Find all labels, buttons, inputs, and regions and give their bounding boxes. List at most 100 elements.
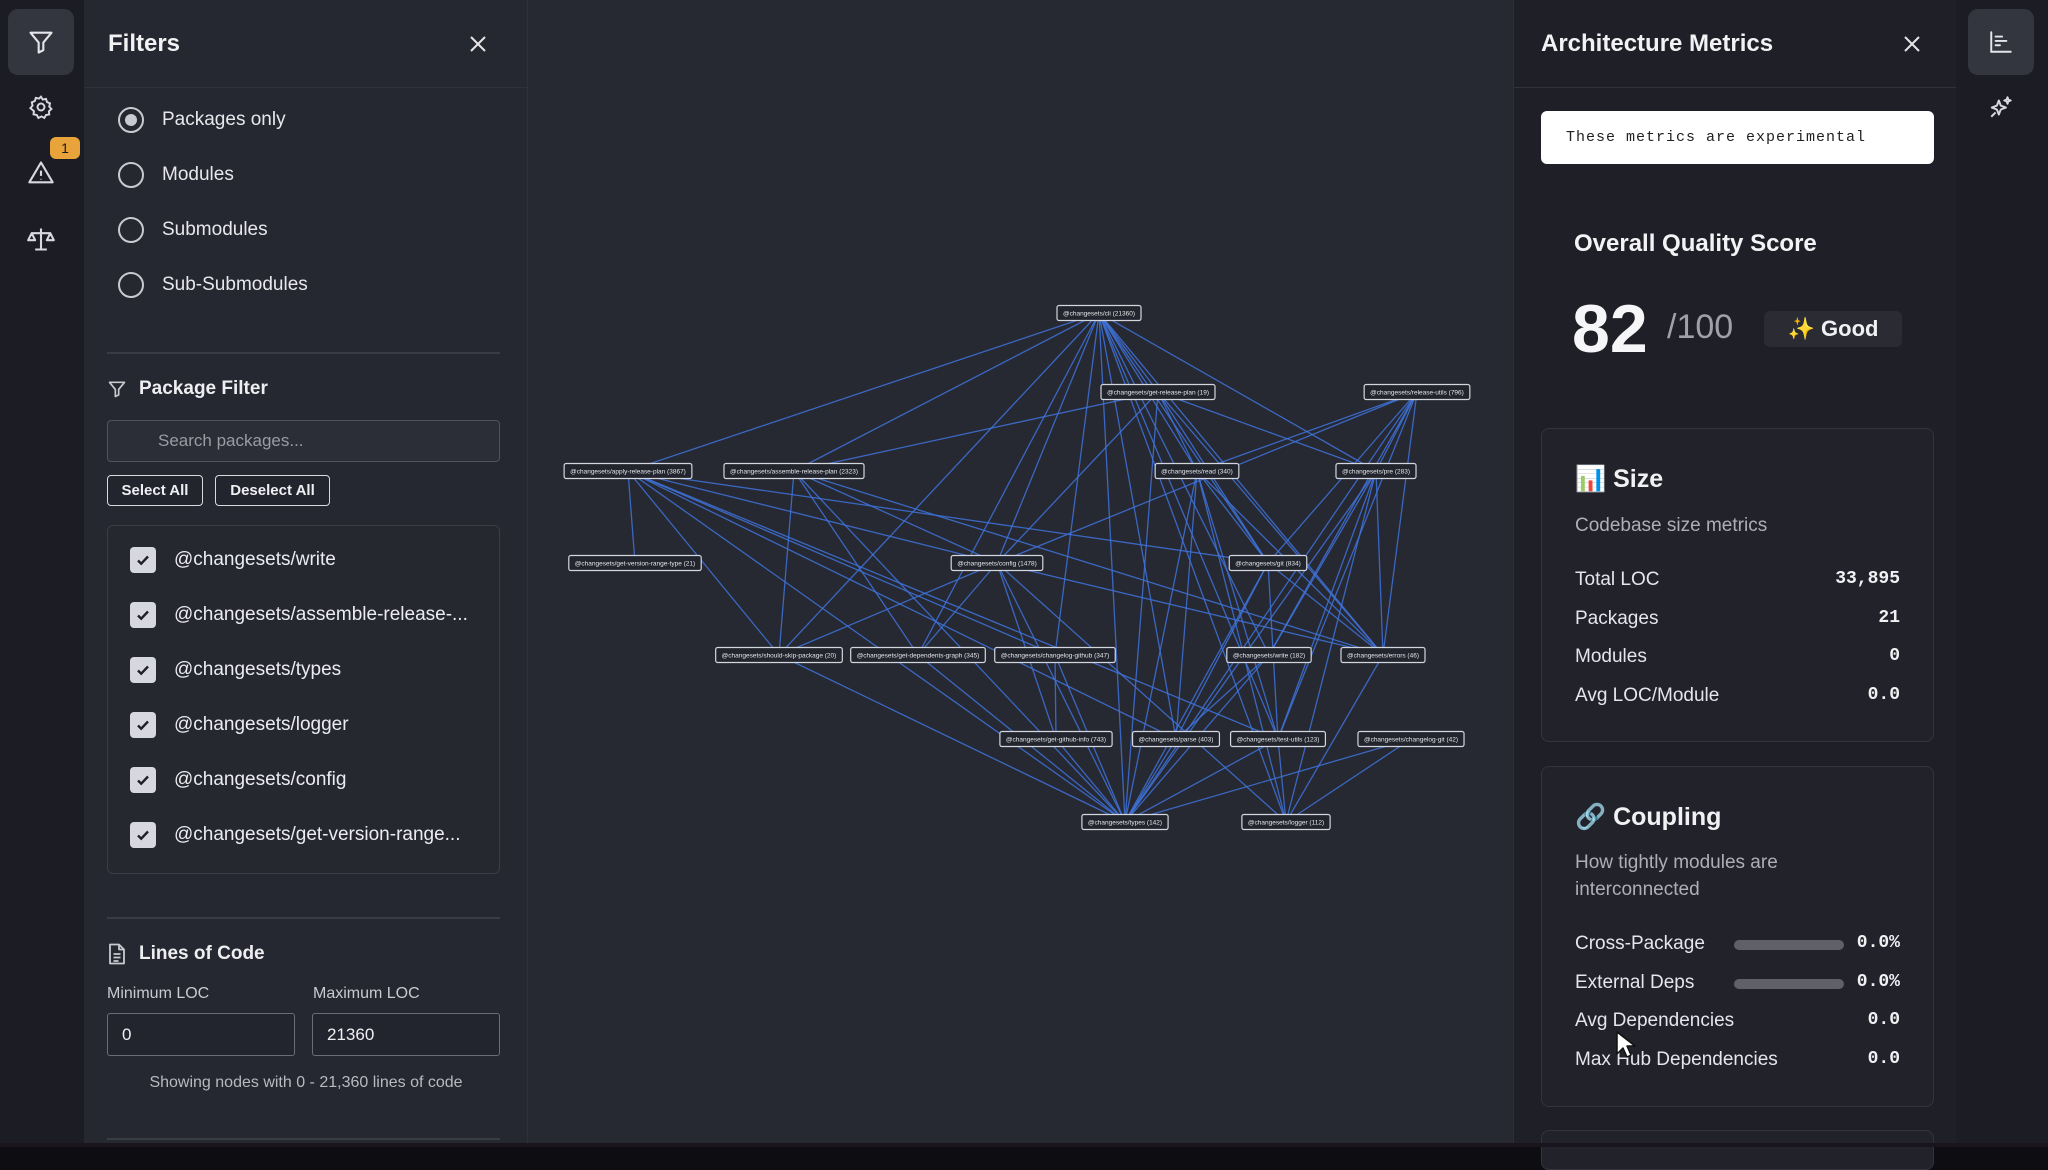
metric-label: Max Hub Dependencies xyxy=(1575,1049,1778,1070)
filter-icon xyxy=(29,31,53,54)
graph-node[interactable]: @changesets/get-release-plan (19) xyxy=(1100,383,1216,401)
metric-value: 0 xyxy=(1889,646,1900,666)
graph-node-label: @changesets/should-skip-package (20) xyxy=(722,652,837,659)
package-filter-heading: Package Filter xyxy=(107,378,268,400)
graph-node[interactable]: @changesets/assemble-release-plan (2323) xyxy=(723,462,865,480)
graph-edge xyxy=(1175,654,1270,740)
metric-label: Total LOC xyxy=(1575,569,1660,590)
filters-panel: Filters Packages only Modules Submodules… xyxy=(84,0,528,1143)
checkbox[interactable] xyxy=(130,602,156,628)
graph-node-label: @changesets/get-release-plan (19) xyxy=(1107,389,1209,396)
graph-edge xyxy=(1098,312,1269,564)
graph-node[interactable]: @changesets/git (834) xyxy=(1228,554,1308,572)
divider xyxy=(107,352,500,354)
dependency-graph[interactable]: @changesets/cli (21360) @changesets/get-r… xyxy=(528,0,1513,1143)
balance-button[interactable] xyxy=(8,206,74,272)
radio-button[interactable] xyxy=(118,162,144,188)
graph-node[interactable]: @changesets/apply-release-plan (3867) xyxy=(563,462,693,480)
experimental-notice: These metrics are experimental xyxy=(1541,111,1934,164)
graph-node[interactable]: @changesets/release-utils (796) xyxy=(1363,383,1471,401)
app-window: 1 Filters Packages only Modules Submodul… xyxy=(0,0,2048,1170)
graph-node[interactable]: @changesets/config (1478) xyxy=(950,554,1044,572)
graph-edge xyxy=(1175,470,1198,740)
radio-button[interactable] xyxy=(118,272,144,298)
graph-node[interactable]: @changesets/types (142) xyxy=(1081,813,1169,831)
checkbox[interactable] xyxy=(130,822,156,848)
coupling-heading: 🔗 Coupling xyxy=(1575,803,1722,831)
graph-node[interactable]: @changesets/test-utils (123) xyxy=(1229,730,1327,748)
package-label: @changesets/assemble-release-... xyxy=(174,604,468,625)
graph-edge xyxy=(627,470,1177,740)
graph-node[interactable]: @changesets/get-dependents-graph (345) xyxy=(850,646,986,664)
graph-edge xyxy=(1098,312,1270,656)
graph-node[interactable]: @changesets/should-skip-package (20) xyxy=(715,646,843,664)
graph-node[interactable]: @changesets/errors (46) xyxy=(1340,646,1426,664)
graph-node[interactable]: @changesets/write (182) xyxy=(1226,646,1312,664)
graph-node[interactable]: @changesets/logger (112) xyxy=(1241,813,1331,831)
graph-node[interactable]: @changesets/read (340) xyxy=(1154,462,1240,480)
package-item[interactable]: @changesets/assemble-release-... xyxy=(130,600,468,630)
graph-node-label: @changesets/get-dependents-graph (345) xyxy=(857,652,980,659)
package-search-input[interactable]: Search packages... xyxy=(107,420,500,462)
package-item[interactable]: @changesets/types xyxy=(130,655,341,685)
window-bottom-edge xyxy=(0,1143,2048,1147)
checkmark-icon xyxy=(137,610,149,621)
quality-score-title: Overall Quality Score xyxy=(1574,230,1817,257)
checkbox[interactable] xyxy=(130,547,156,573)
filter-icon xyxy=(108,381,126,398)
close-filters-button[interactable] xyxy=(463,29,493,59)
checkbox[interactable] xyxy=(130,657,156,683)
graph-edge xyxy=(1124,391,1159,823)
package-item[interactable]: @changesets/get-version-range... xyxy=(130,820,461,850)
checkbox[interactable] xyxy=(130,712,156,738)
radio-label: Submodules xyxy=(162,219,268,240)
right-toolbar xyxy=(1956,0,2048,1143)
divider xyxy=(107,917,500,919)
graph-edge xyxy=(996,562,1126,823)
ai-insights-button[interactable] xyxy=(1968,74,2034,140)
radio-packages-only[interactable]: Packages only xyxy=(118,102,286,138)
graph-edge xyxy=(1054,654,1057,740)
radio-sub-submodules[interactable]: Sub-Submodules xyxy=(118,267,308,303)
graph-node-label: @changesets/errors (46) xyxy=(1347,652,1419,659)
close-icon xyxy=(470,36,486,52)
radio-modules[interactable]: Modules xyxy=(118,157,234,193)
graph-node[interactable]: @changesets/pre (283) xyxy=(1335,462,1417,480)
min-loc-input[interactable]: 0 xyxy=(107,1013,295,1056)
radio-submodules[interactable]: Submodules xyxy=(118,212,268,248)
dependency-graph-canvas[interactable]: @changesets/cli (21360) @changesets/get-r… xyxy=(528,0,1513,1143)
document-icon xyxy=(109,943,125,965)
graph-node[interactable]: @changesets/get-version-range-type (21) xyxy=(568,554,702,572)
graph-node-label: @changesets/pre (283) xyxy=(1342,468,1410,475)
graph-node-label: @changesets/release-utils (796) xyxy=(1370,389,1464,396)
graph-edge xyxy=(627,470,1279,740)
checkbox[interactable] xyxy=(130,767,156,793)
graph-node[interactable]: @changesets/changelog-github (347) xyxy=(994,646,1116,664)
package-filter-label: Package Filter xyxy=(139,378,268,399)
graph-node[interactable]: @changesets/changelog-git (42) xyxy=(1357,730,1465,748)
graph-edge xyxy=(996,391,1159,564)
max-loc-label: Maximum LOC xyxy=(313,985,420,1002)
package-item[interactable]: @changesets/write xyxy=(130,545,336,575)
graph-edge xyxy=(996,312,1100,564)
filter-toggle-button[interactable] xyxy=(8,9,74,75)
graph-node[interactable]: @changesets/cli (21360) xyxy=(1056,304,1142,322)
settings-button[interactable] xyxy=(8,74,74,140)
radio-button[interactable] xyxy=(118,107,144,133)
radio-button[interactable] xyxy=(118,217,144,243)
balance-scale-icon xyxy=(27,228,55,251)
select-all-button[interactable]: Select All xyxy=(107,475,203,506)
architecture-metrics-panel: Architecture Metrics These metrics are e… xyxy=(1513,0,1957,1170)
graph-node[interactable]: @changesets/get-github-info (743) xyxy=(999,730,1113,748)
graph-node[interactable]: @changesets/parse (403) xyxy=(1131,730,1221,748)
close-metrics-button[interactable] xyxy=(1897,29,1927,59)
graph-edge xyxy=(1196,391,1418,472)
graph-node-label: @changesets/write (182) xyxy=(1233,652,1305,659)
package-item[interactable]: @changesets/logger xyxy=(130,710,349,740)
package-item[interactable]: @changesets/config xyxy=(130,765,346,795)
metrics-toggle-button[interactable] xyxy=(1968,9,2034,75)
graph-edge xyxy=(1196,470,1269,564)
deselect-all-button[interactable]: Deselect All xyxy=(215,475,330,506)
graph-edge xyxy=(1277,470,1377,740)
max-loc-input[interactable]: 21360 xyxy=(312,1013,500,1056)
